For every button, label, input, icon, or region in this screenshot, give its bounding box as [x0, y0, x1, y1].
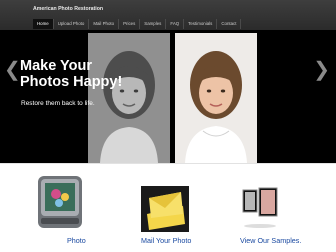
chevron-right-icon[interactable]: ❯ [313, 60, 330, 80]
site-brand[interactable]: American Photo Restoration [33, 6, 103, 12]
mail-photo-link[interactable]: Mail Your Photo [141, 236, 191, 245]
chevron-left-icon[interactable]: ❮ [4, 60, 21, 80]
hero-banner: ❮ Make Your Photos Happy! Restore them b… [0, 30, 336, 163]
site-header: American Photo Restoration Home Upload P… [0, 0, 336, 30]
main-nav: Home Upload Photo Mail Photo Prices Samp… [33, 19, 301, 29]
nav-upload-photo[interactable]: Upload Photo [54, 19, 90, 29]
hero-headline-line-1: Make Your [20, 58, 92, 74]
before-photo [88, 33, 170, 163]
nav-samples[interactable]: Samples [140, 19, 167, 29]
hero-headline-line-2: Photos Happy! [20, 74, 123, 90]
nav-prices[interactable]: Prices [119, 19, 141, 29]
after-photo [175, 33, 257, 163]
nav-mail-photo[interactable]: Mail Photo [89, 19, 120, 29]
sample-frames-image[interactable] [240, 184, 280, 232]
nav-contact[interactable]: Contact [217, 19, 242, 29]
view-samples-link[interactable]: View Our Samples. [240, 236, 301, 245]
hero-tagline: Restore them back to life. [21, 100, 95, 107]
scanner-image[interactable] [36, 170, 84, 231]
envelope-image[interactable] [141, 184, 189, 232]
nav-testimonials[interactable]: Testimonials [184, 19, 218, 29]
hero-headline: Make Your Photos Happy! [20, 58, 130, 90]
nav-home[interactable]: Home [33, 19, 54, 29]
feature-links: Photo Mail Your Photo View Our Samples. [0, 163, 336, 252]
nav-faq[interactable]: FAQ [166, 19, 185, 29]
upload-photo-link[interactable]: Photo [67, 236, 86, 245]
